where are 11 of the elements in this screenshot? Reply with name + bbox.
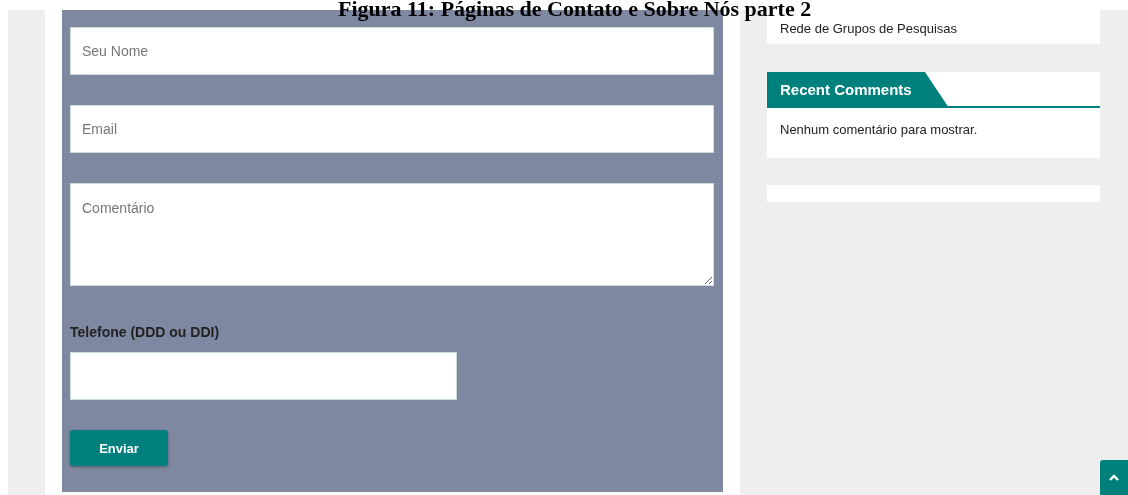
chevron-up-icon: [1109, 474, 1119, 481]
submit-button[interactable]: Enviar: [70, 430, 168, 466]
widget-title: Recent Comments: [780, 81, 912, 98]
scroll-top-button[interactable]: [1100, 460, 1128, 495]
sidebar-link[interactable]: Rede de Grupos de Pesquisas: [780, 21, 958, 36]
field-label: Telefone (DDD ou DDI): [70, 324, 220, 340]
phone-field[interactable]: [70, 352, 457, 400]
text-field[interactable]: Email: [70, 105, 714, 153]
widget-text: Nenhum comentário para mostrar.: [780, 122, 979, 137]
text-field[interactable]: Seu Nome: [70, 27, 714, 75]
comment-field[interactable]: Comentário: [70, 183, 714, 286]
